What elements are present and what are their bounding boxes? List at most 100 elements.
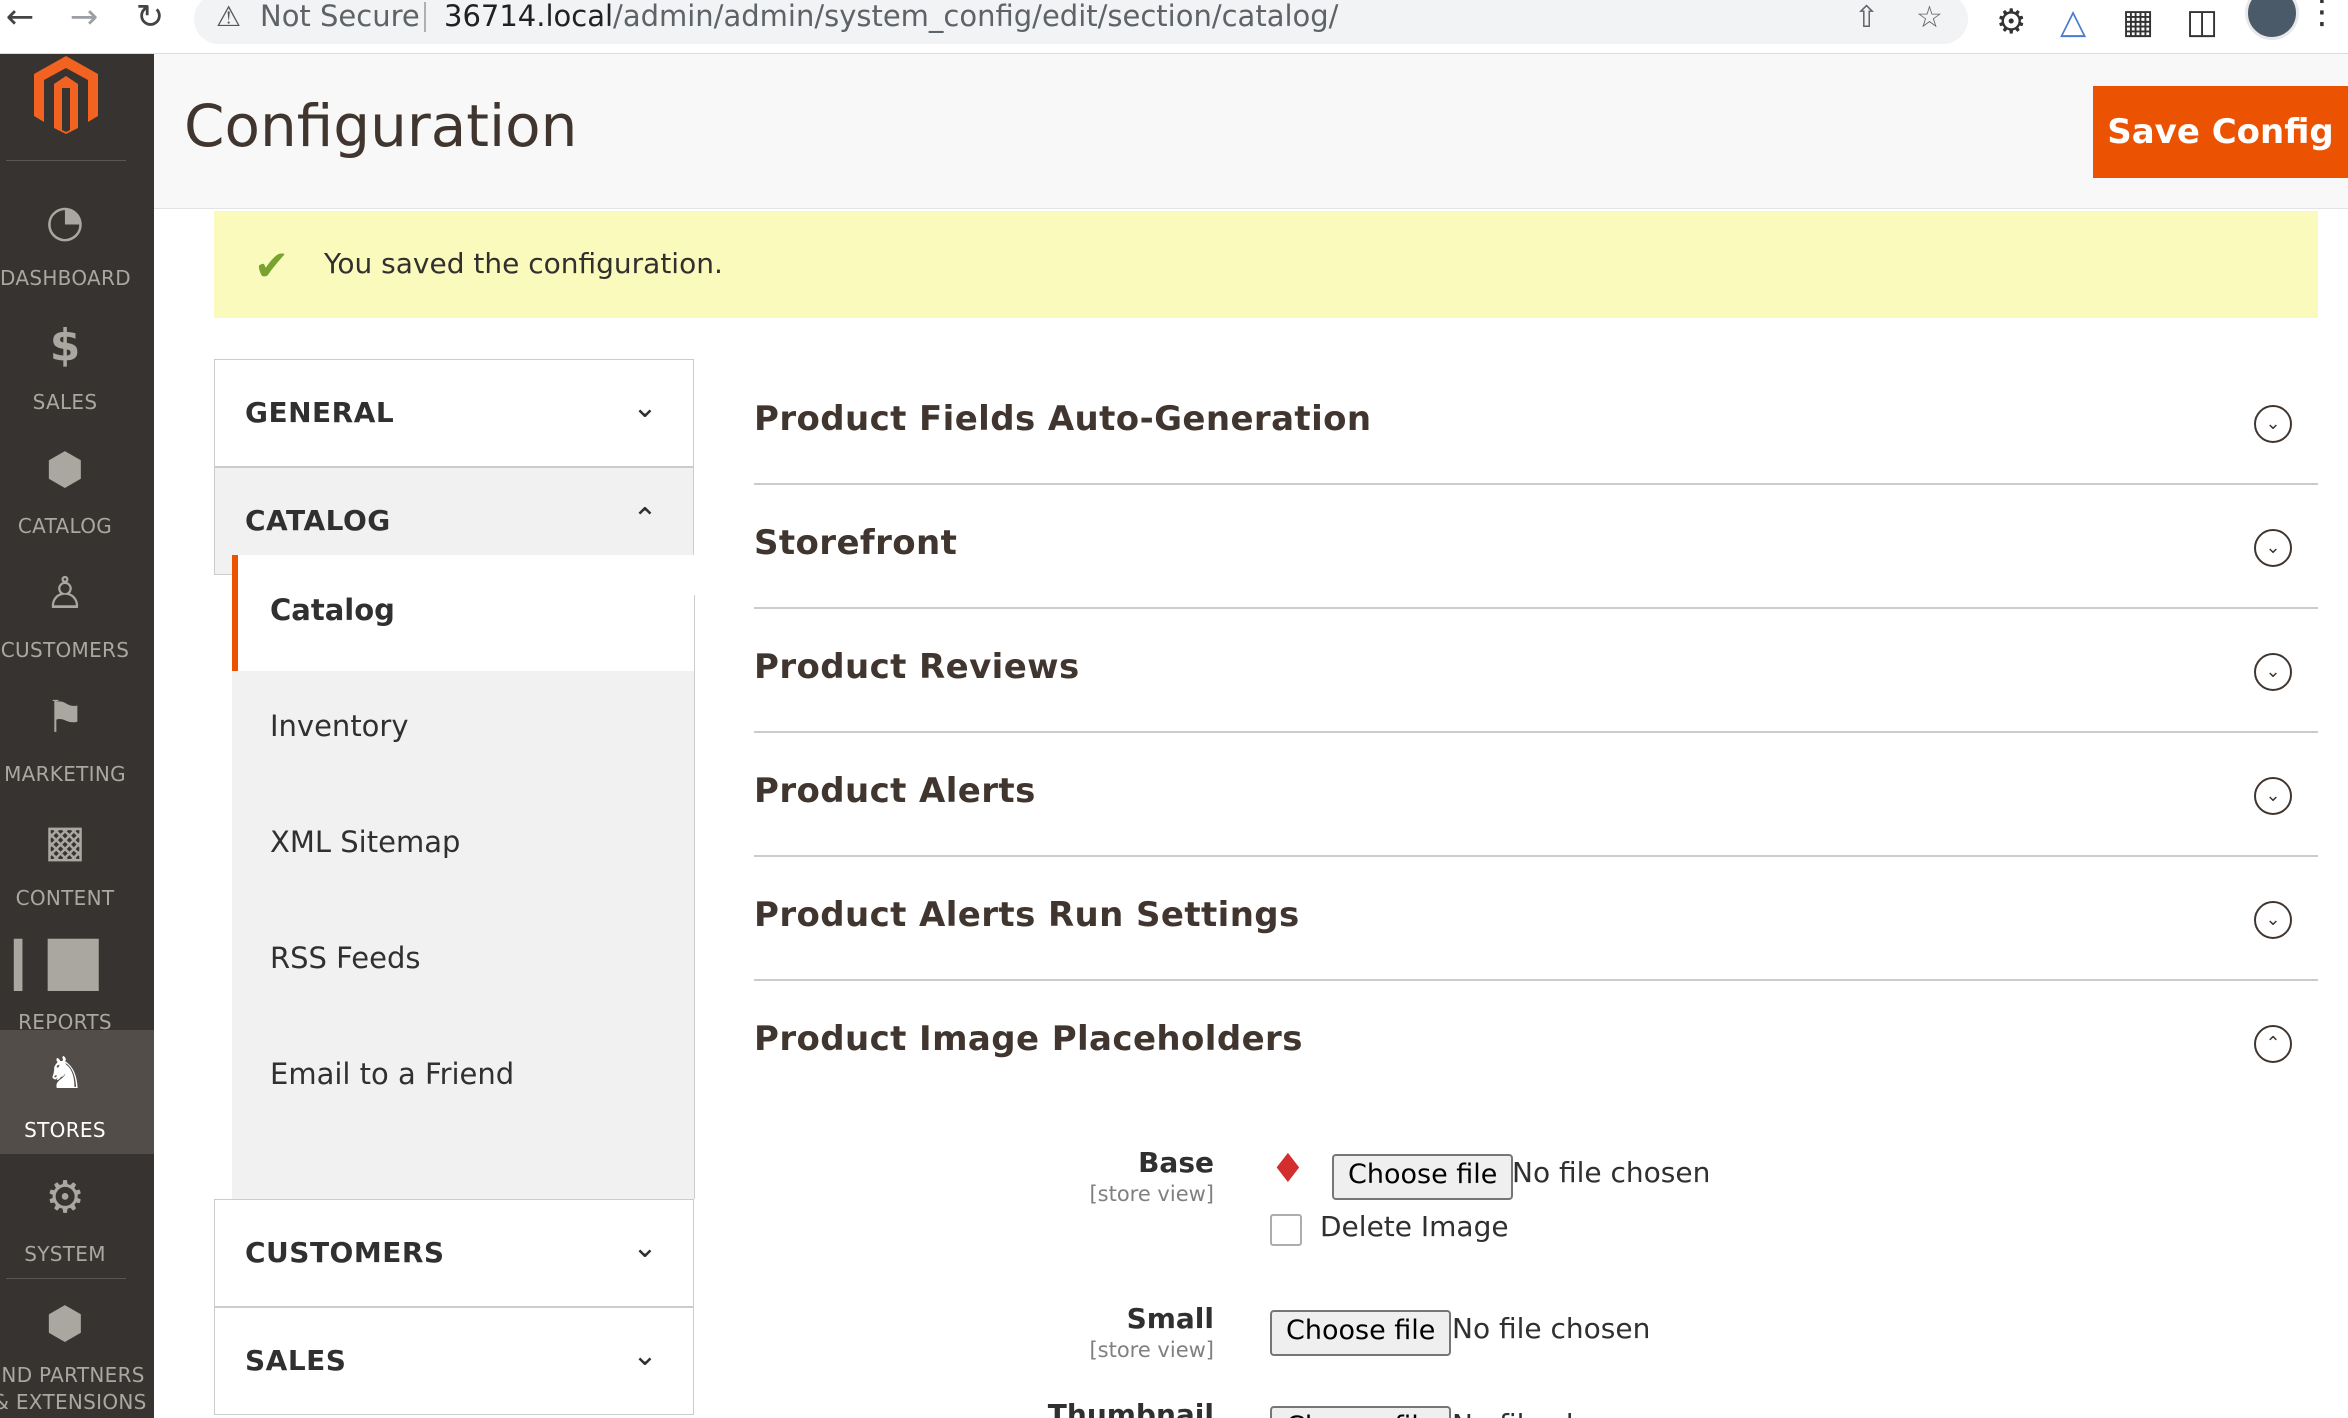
side-panel-icon[interactable]: ◫ bbox=[2186, 2, 2218, 42]
success-message: ✔ You saved the configuration. bbox=[214, 211, 2318, 318]
section-storefront[interactable]: Storefront ⌄ bbox=[754, 483, 2318, 609]
back-arrow-icon[interactable]: ← bbox=[0, 0, 40, 36]
extension-gear-icon[interactable]: ⚙ bbox=[1996, 2, 2026, 42]
no-file-chosen: No file chosen bbox=[1452, 1312, 1651, 1345]
choose-file-button[interactable]: Choose file bbox=[1332, 1154, 1514, 1200]
subnav-rss-feeds[interactable]: RSS Feeds bbox=[232, 903, 694, 1019]
expand-circle-icon: ⌄ bbox=[2254, 405, 2292, 443]
chevron-up-icon: ⌃ bbox=[632, 502, 658, 537]
security-label: Not Secure bbox=[260, 0, 420, 33]
subnav-label: RSS Feeds bbox=[270, 941, 421, 975]
puzzle-icon[interactable]: ▦ bbox=[2122, 2, 2154, 42]
nav-dashboard[interactable]: ◔ DASHBOARD bbox=[0, 178, 154, 302]
profile-avatar[interactable] bbox=[2245, 0, 2299, 40]
section-title: Product Alerts Run Settings bbox=[754, 895, 1300, 935]
boxes-icon: ⬢ bbox=[45, 1298, 85, 1349]
bar-chart-icon: ▎█▌ bbox=[14, 940, 116, 991]
admin-sidebar: ◔ DASHBOARD $ SALES ⬢ CATALOG ♙ CUSTOMER… bbox=[0, 54, 154, 1418]
field-row-thumbnail: Thumbnail Choose file No file chosen bbox=[754, 1396, 2318, 1418]
nav-label: STORES bbox=[24, 1118, 106, 1142]
nav-customers[interactable]: ♙ CUSTOMERS bbox=[0, 550, 154, 674]
person-icon: ♙ bbox=[45, 568, 85, 619]
layout-icon: ▩ bbox=[44, 816, 86, 867]
section-title: Product Reviews bbox=[754, 647, 1080, 687]
tshirt-placeholder-icon: ♦ bbox=[1270, 1146, 1306, 1192]
forward-arrow-icon[interactable]: → bbox=[64, 0, 104, 36]
field-label-thumbnail: Thumbnail bbox=[1047, 1398, 1214, 1418]
nav-label: CONTENT bbox=[15, 886, 115, 910]
tab-label: SALES bbox=[245, 1344, 347, 1377]
share-icon[interactable]: ⇧ bbox=[1854, 0, 1879, 35]
chevron-down-icon: ⌄ bbox=[632, 1338, 658, 1373]
menu-dots-icon[interactable]: ⋮ bbox=[2305, 0, 2339, 32]
section-product-image-placeholders[interactable]: Product Image Placeholders ⌃ bbox=[754, 979, 2318, 1103]
store-icon: ♞ bbox=[45, 1048, 85, 1099]
url-text[interactable]: 36714.local/admin/admin/system_config/ed… bbox=[444, 0, 1338, 33]
address-divider bbox=[424, 2, 426, 32]
config-tabs: GENERAL ⌄ CATALOG ⌃ Catalog Inventory XM… bbox=[214, 359, 695, 1418]
save-config-button[interactable]: Save Config bbox=[2093, 86, 2348, 178]
section-title: Product Alerts bbox=[754, 771, 1036, 811]
nav-content[interactable]: ▩ CONTENT bbox=[0, 798, 154, 922]
field-row-small: Small [store view] Choose file No file c… bbox=[754, 1302, 2318, 1372]
section-product-alerts[interactable]: Product Alerts ⌄ bbox=[754, 731, 2318, 857]
expand-circle-icon: ⌄ bbox=[2254, 777, 2292, 815]
nav-reports[interactable]: ▎█▌ REPORTS bbox=[0, 922, 154, 1046]
nav-marketing[interactable]: ⚑ MARKETING bbox=[0, 674, 154, 798]
nav-system[interactable]: ⚙ SYSTEM bbox=[0, 1154, 154, 1278]
warning-icon: ⚠ bbox=[216, 0, 242, 33]
scope-label: [store view] bbox=[1089, 1338, 1214, 1362]
field-row-base: Base [store view] ♦ Choose file No file … bbox=[754, 1146, 2318, 1286]
field-label-small: Small bbox=[1126, 1302, 1214, 1335]
expand-circle-icon: ⌄ bbox=[2254, 529, 2292, 567]
nav-sales[interactable]: $ SALES bbox=[0, 302, 154, 426]
nav-label: CUSTOMERS bbox=[0, 638, 130, 662]
bookmark-star-icon[interactable]: ☆ bbox=[1916, 0, 1943, 35]
no-file-chosen: No file chosen bbox=[1452, 1408, 1650, 1418]
nav-partners-extensions[interactable]: ⬢ IND PARTNERS & EXTENSIONS bbox=[0, 1280, 154, 1414]
chevron-down-icon: ⌄ bbox=[632, 1230, 658, 1265]
magento-logo-icon[interactable] bbox=[30, 54, 102, 134]
delete-image-label: Delete Image bbox=[1320, 1210, 1509, 1243]
tab-label: CATALOG bbox=[245, 504, 391, 537]
page-header: Configuration Save Config bbox=[154, 54, 2348, 209]
nav-label: CATALOG bbox=[17, 514, 113, 538]
nav-stores[interactable]: ♞ STORES bbox=[0, 1030, 154, 1154]
url-path: /admin/admin/system_config/edit/section/… bbox=[613, 0, 1339, 33]
choose-file-button[interactable]: Choose file bbox=[1270, 1310, 1452, 1356]
subnav-catalog[interactable]: Catalog bbox=[232, 555, 694, 671]
reload-icon[interactable]: ↻ bbox=[130, 0, 170, 36]
nav-label: IND PARTNERS & EXTENSIONS bbox=[0, 1363, 147, 1414]
tab-general[interactable]: GENERAL ⌄ bbox=[214, 359, 694, 467]
section-product-alerts-run-settings[interactable]: Product Alerts Run Settings ⌄ bbox=[754, 855, 2318, 981]
expand-circle-icon: ⌄ bbox=[2254, 653, 2292, 691]
section-product-reviews[interactable]: Product Reviews ⌄ bbox=[754, 607, 2318, 733]
browser-toolbar: ← → ↻ ⚠ Not Secure 36714.local/admin/adm… bbox=[0, 0, 2348, 54]
section-product-fields-auto-generation[interactable]: Product Fields Auto-Generation ⌄ bbox=[754, 359, 2318, 485]
cube-icon: ⬢ bbox=[45, 444, 85, 495]
subnav-inventory[interactable]: Inventory bbox=[232, 671, 694, 787]
extension-shield-icon[interactable]: △ bbox=[2060, 2, 2086, 42]
delete-image-checkbox[interactable] bbox=[1270, 1214, 1302, 1246]
subnav-label: XML Sitemap bbox=[270, 825, 461, 859]
dashboard-icon: ◔ bbox=[45, 196, 85, 247]
choose-file-button[interactable]: Choose file bbox=[1270, 1406, 1452, 1418]
nav-catalog[interactable]: ⬢ CATALOG bbox=[0, 426, 154, 550]
section-title: Product Image Placeholders bbox=[754, 1019, 1303, 1059]
page-title: Configuration bbox=[184, 92, 578, 160]
nav-label: SALES bbox=[32, 390, 98, 414]
section-title: Product Fields Auto-Generation bbox=[754, 399, 1372, 439]
tab-label: CUSTOMERS bbox=[245, 1236, 445, 1269]
url-host: 36714.local bbox=[444, 0, 614, 33]
scope-label: [store view] bbox=[1089, 1182, 1214, 1206]
tab-sales[interactable]: SALES ⌄ bbox=[214, 1307, 694, 1415]
tab-customers[interactable]: CUSTOMERS ⌄ bbox=[214, 1199, 694, 1307]
expand-circle-icon: ⌄ bbox=[2254, 901, 2292, 939]
subnav-xml-sitemap[interactable]: XML Sitemap bbox=[232, 787, 694, 903]
field-label-base: Base bbox=[1138, 1146, 1214, 1179]
checkmark-icon: ✔ bbox=[254, 241, 290, 290]
megaphone-icon: ⚑ bbox=[45, 692, 85, 743]
address-bar[interactable]: ⚠ Not Secure 36714.local/admin/admin/sys… bbox=[194, 0, 1968, 44]
subnav-email-to-a-friend[interactable]: Email to a Friend bbox=[232, 1019, 694, 1135]
chevron-down-icon: ⌄ bbox=[632, 390, 658, 425]
